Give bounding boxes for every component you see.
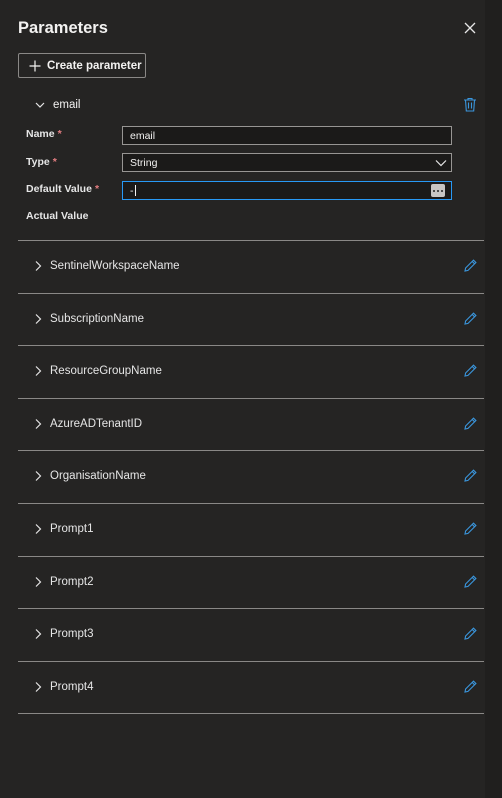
parameter-row[interactable]: OrganisationName — [18, 451, 484, 501]
parameter-row[interactable]: ResourceGroupName — [18, 346, 484, 396]
pencil-icon[interactable] — [463, 416, 478, 431]
parameter-row[interactable]: SentinelWorkspaceName — [18, 241, 484, 291]
close-icon[interactable] — [462, 20, 478, 36]
pencil-icon[interactable] — [463, 258, 478, 273]
parameter-row-label: Prompt4 — [50, 680, 94, 693]
parameter-header-email[interactable]: email — [34, 97, 80, 113]
chevron-right-icon — [35, 681, 42, 692]
parameter-row-label: AzureADTenantID — [50, 417, 143, 430]
pencil-icon[interactable] — [463, 363, 478, 378]
name-field-label: Name * — [26, 128, 62, 140]
chevron-right-icon — [35, 366, 42, 377]
create-parameter-button[interactable]: Create parameter — [18, 53, 146, 78]
chevron-right-icon — [35, 261, 42, 271]
parameter-row-label: SentinelWorkspaceName — [50, 260, 180, 272]
divider — [18, 713, 484, 715]
pencil-icon[interactable] — [463, 468, 478, 483]
create-parameter-label: Create parameter — [47, 59, 142, 72]
chevron-right-icon — [35, 471, 42, 482]
trash-icon[interactable] — [463, 97, 477, 117]
parameter-row-label: ResourceGroupName — [50, 365, 162, 378]
parameter-row[interactable]: Prompt1 — [18, 504, 484, 554]
default-value-input[interactable]: - — [122, 181, 452, 200]
parameter-row-label: Prompt3 — [50, 628, 94, 641]
parameter-row-label: SubscriptionName — [50, 312, 144, 325]
pencil-icon[interactable] — [463, 626, 478, 641]
parameter-row[interactable]: Prompt4 — [18, 662, 484, 712]
pencil-icon[interactable] — [463, 311, 478, 326]
parameter-row-label: Prompt1 — [50, 523, 94, 535]
default-value-label: Default Value * — [26, 183, 100, 195]
parameter-row[interactable]: SubscriptionName — [18, 294, 484, 344]
type-dropdown[interactable]: String — [122, 153, 452, 172]
parameters-panel: Parameters Create parameter email Name * … — [0, 0, 485, 798]
name-input[interactable]: email — [122, 126, 452, 145]
parameter-row-label: OrganisationName — [50, 470, 146, 483]
plus-icon — [29, 60, 41, 71]
parameter-name-label: email — [53, 99, 81, 111]
parameter-row-label: Prompt2 — [50, 575, 94, 588]
type-field-label: Type * — [26, 156, 57, 168]
pencil-icon[interactable] — [463, 574, 478, 589]
scrollbar-track — [485, 0, 502, 798]
pencil-icon[interactable] — [463, 521, 478, 536]
chevron-down-icon — [435, 160, 447, 167]
parameter-row[interactable]: Prompt2 — [18, 557, 484, 607]
panel-title: Parameters — [18, 19, 108, 37]
chevron-right-icon — [35, 313, 42, 324]
ellipsis-icon[interactable] — [431, 184, 445, 197]
pencil-icon[interactable] — [463, 679, 478, 694]
chevron-right-icon — [35, 524, 42, 534]
parameter-row[interactable]: AzureADTenantID — [18, 399, 484, 449]
parameter-row[interactable]: Prompt3 — [18, 609, 484, 659]
chevron-right-icon — [35, 629, 42, 640]
chevron-right-icon — [35, 418, 42, 429]
actual-value-label: Actual Value — [26, 210, 89, 222]
chevron-down-icon — [35, 102, 45, 108]
chevron-right-icon — [35, 576, 42, 587]
